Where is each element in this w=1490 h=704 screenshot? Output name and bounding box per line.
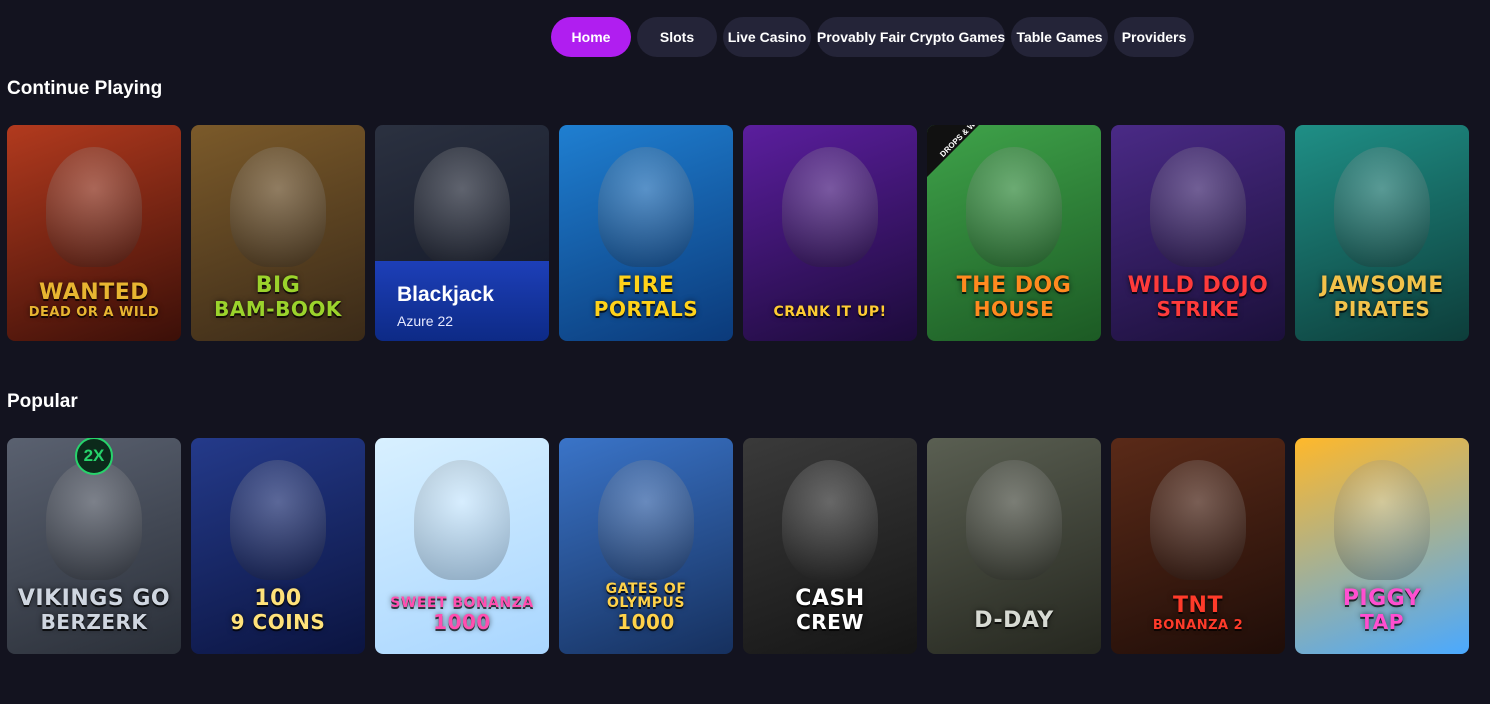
game-logo: 100 9 COINS	[197, 588, 359, 634]
popular-row: VIKINGS GO BERZERK 2X 100 9 COINS SWEET BONAN…	[7, 438, 1490, 654]
continue-game-tile[interactable]: CRANK IT UP!	[743, 125, 917, 341]
continue-playing-title: Continue Playing	[7, 78, 163, 99]
tab-table-games[interactable]: Table Games	[1011, 17, 1108, 57]
game-logo: SWEET BONANZA 1000	[381, 596, 543, 632]
game-character-art	[1334, 460, 1430, 580]
game-character-art	[1150, 460, 1246, 580]
game-logo: FIRE PORTALS	[565, 275, 727, 321]
game-logo-subtitle: STRIKE	[1156, 297, 1240, 321]
game-logo-subtitle: PORTALS	[593, 297, 699, 321]
game-subtitle: Azure 22	[397, 313, 454, 329]
game-logo-subtitle: BAM-BOOK	[214, 297, 342, 321]
game-logo: PIGGY TAP	[1301, 588, 1463, 634]
popular-game-tile[interactable]: TNT BONANZA 2	[1111, 438, 1285, 654]
game-character-art	[1150, 147, 1246, 267]
continue-game-tile[interactable]: JAWSOME PIRATES	[1295, 125, 1469, 341]
game-logo: THE DOG HOUSE	[933, 275, 1095, 321]
drops-wins-ribbon	[927, 125, 979, 177]
game-logo: GATES OF OLYMPUS 1000	[565, 582, 727, 632]
tab-live-casino[interactable]: Live Casino	[723, 17, 811, 57]
game-logo-subtitle: 1000	[617, 610, 675, 634]
popular-game-tile[interactable]: CASH CREW	[743, 438, 917, 654]
game-logo: D-DAY	[974, 608, 1054, 633]
popular-game-tile[interactable]: GATES OF OLYMPUS 1000	[559, 438, 733, 654]
game-character-art	[46, 147, 142, 267]
popular-game-tile[interactable]: PIGGY TAP	[1295, 438, 1469, 654]
continue-playing-row: WANTED DEAD OR A WILD BIG BAM-BOOK Blackjack…	[7, 125, 1490, 341]
game-logo-subtitle: PIRATES	[1333, 297, 1431, 321]
tab-providers[interactable]: Providers	[1114, 17, 1194, 57]
game-logo: BIG BAM-BOOK	[197, 275, 359, 321]
game-character-art	[966, 147, 1062, 267]
popular-title: Popular	[7, 391, 78, 412]
game-logo-subtitle: DEAD OR A WILD	[28, 305, 160, 320]
game-character-art	[1334, 147, 1430, 267]
continue-game-tile[interactable]: FIRE PORTALS	[559, 125, 733, 341]
game-logo-subtitle: BONANZA 2	[1152, 618, 1244, 633]
tab-slots[interactable]: Slots	[637, 17, 717, 57]
multiplier-badge: 2X	[75, 438, 113, 475]
game-character-art	[782, 460, 878, 580]
popular-game-tile[interactable]: D-DAY	[927, 438, 1101, 654]
popular-game-tile[interactable]: 100 9 COINS	[191, 438, 365, 654]
game-logo-subtitle: 1000	[433, 610, 491, 634]
continue-game-tile[interactable]: WANTED DEAD OR A WILD	[7, 125, 181, 341]
game-character-art	[230, 147, 326, 267]
game-character-art	[966, 460, 1062, 580]
game-logo: TNT BONANZA 2	[1117, 595, 1279, 633]
game-logo: CRANK IT UP!	[773, 304, 887, 320]
popular-game-tile[interactable]: SWEET BONANZA 1000	[375, 438, 549, 654]
game-character-art	[598, 147, 694, 267]
game-logo-subtitle: TAP	[1360, 610, 1404, 634]
popular-game-tile[interactable]: VIKINGS GO BERZERK 2X	[7, 438, 181, 654]
game-logo: WILD DOJO STRIKE	[1117, 275, 1279, 321]
tab-home[interactable]: Home	[551, 17, 631, 57]
game-logo: WANTED DEAD OR A WILD	[13, 282, 175, 320]
game-character-art	[230, 460, 326, 580]
game-character-art	[414, 460, 510, 580]
game-character-art	[46, 460, 142, 580]
category-nav: Home Slots Live Casino Provably Fair Cry…	[551, 17, 1194, 57]
game-logo-subtitle: CREW	[796, 610, 864, 634]
continue-game-tile[interactable]: WILD DOJO STRIKE	[1111, 125, 1285, 341]
game-logo-subtitle: BERZERK	[40, 610, 148, 634]
game-logo-subtitle: 9 COINS	[230, 610, 326, 634]
game-logo: CASH CREW	[749, 588, 911, 634]
continue-game-tile[interactable]: Blackjack Azure 22	[375, 125, 549, 341]
game-title: Blackjack	[397, 283, 494, 306]
game-character-art	[414, 147, 510, 267]
continue-game-tile[interactable]: BIG BAM-BOOK	[191, 125, 365, 341]
game-logo: JAWSOME PIRATES	[1301, 275, 1463, 321]
game-character-art	[782, 147, 878, 267]
tab-provably-fair-crypto-games[interactable]: Provably Fair Crypto Games	[817, 17, 1005, 57]
continue-game-tile[interactable]: THE DOGHOUSEDROPS & WINS	[927, 125, 1101, 341]
game-logo-subtitle: HOUSE	[973, 297, 1055, 321]
game-logo: VIKINGS GO BERZERK	[13, 588, 175, 634]
game-character-art	[598, 460, 694, 580]
